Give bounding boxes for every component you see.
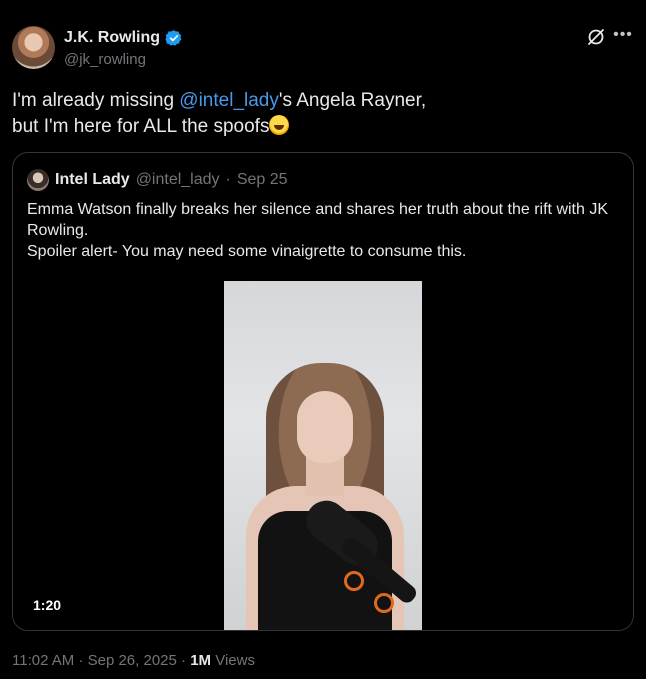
- tweet-text: I'm already missing @intel_lady's Angela…: [12, 88, 622, 140]
- quoted-tweet-text: Emma Watson finally breaks her silence a…: [27, 201, 609, 260]
- footer-separator: ·: [181, 652, 187, 669]
- quoted-tweet-date: Sep 25: [236, 171, 288, 188]
- video-thumbnail[interactable]: [224, 281, 422, 630]
- thumbnail-mic-ring: [344, 571, 364, 591]
- more-icon: •••: [613, 26, 633, 43]
- views-count: 1M: [190, 652, 212, 669]
- more-button[interactable]: •••: [612, 27, 634, 47]
- author-block: J.K. Rowling @jk_rowling: [64, 28, 183, 68]
- views-label: Views: [215, 652, 255, 669]
- tweet-footer: 11:02 AM · Sep 26, 2025 · 1M Views: [12, 652, 255, 669]
- thumbnail-face: [297, 391, 353, 463]
- tweet-text-part1: I'm already missing: [12, 90, 180, 111]
- grok-button[interactable]: [585, 26, 607, 48]
- author-handle[interactable]: @jk_rowling: [64, 51, 183, 68]
- quoted-author-handle: @intel_lady: [135, 171, 220, 188]
- author-avatar[interactable]: [12, 26, 55, 69]
- video-player[interactable]: [13, 281, 633, 630]
- quoted-meta-separator: ·: [225, 171, 231, 188]
- post-time[interactable]: 11:02 AM: [12, 652, 74, 669]
- post-date[interactable]: Sep 26, 2025: [88, 652, 177, 669]
- author-name[interactable]: J.K. Rowling: [64, 29, 160, 47]
- tweet: J.K. Rowling @jk_rowling ••• I'm already…: [0, 0, 646, 679]
- mention-link[interactable]: @intel_lady: [179, 90, 279, 111]
- quoted-tweet-header: Intel Lady @intel_lady · Sep 25: [27, 169, 288, 191]
- author-name-row: J.K. Rowling: [64, 28, 183, 48]
- quoted-author-avatar: [27, 169, 49, 191]
- footer-separator: ·: [78, 652, 84, 669]
- rolling-on-floor-laughing-emoji-icon: [269, 115, 290, 135]
- thumbnail-mic-ring: [374, 593, 394, 613]
- grok-icon: [588, 29, 604, 45]
- verified-badge-icon: [165, 30, 182, 46]
- quoted-author-name: Intel Lady: [55, 171, 130, 188]
- video-duration-badge: 1:20: [33, 597, 62, 613]
- quoted-tweet[interactable]: Intel Lady @intel_lady · Sep 25 Emma Wat…: [12, 152, 634, 631]
